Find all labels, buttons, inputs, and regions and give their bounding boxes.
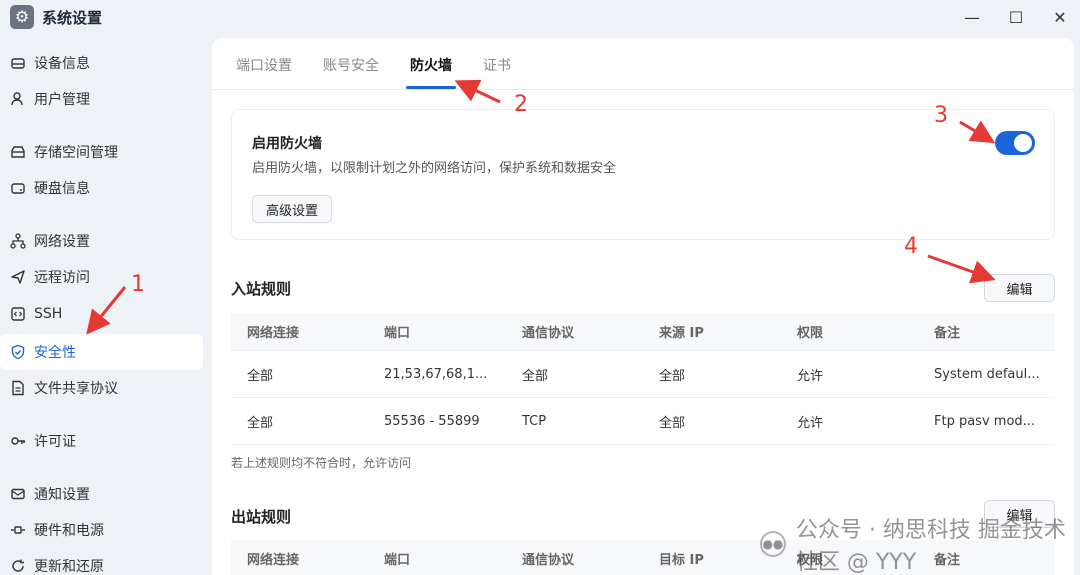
firewall-card: 启用防火墙 启用防火墙，以限制计划之外的网络访问，保护系统和数据安全 高级设置 [231, 109, 1055, 240]
table-cell: 全部 [522, 368, 549, 384]
sidebar-item-label: SSH [34, 306, 63, 322]
sidebar-item-storage[interactable]: 存储空间管理 [0, 134, 203, 170]
sidebar: 设备信息 用户管理 存储空间管理 硬盘信息 网络设置 远程访问 SSH 安全性 … [0, 40, 210, 575]
annotation-number-2: 2 [514, 92, 528, 117]
table-cell: System defaul... [934, 366, 1040, 382]
sidebar-item-update-restore[interactable]: 更新和还原 [0, 548, 203, 575]
maximize-button[interactable]: ☐ [1001, 4, 1031, 30]
sidebar-item-label: 更新和还原 [34, 559, 104, 575]
sidebar-item-label: 网络设置 [34, 234, 90, 250]
key-icon [10, 433, 26, 449]
column-header: 网络连接 [247, 553, 300, 568]
file-icon [10, 380, 26, 396]
sidebar-item-network[interactable]: 网络设置 [0, 223, 203, 259]
shield-icon [10, 344, 26, 360]
refresh-icon [10, 558, 26, 574]
code-icon [10, 306, 26, 322]
disk-icon [10, 180, 26, 196]
column-header: 来源 IP [659, 326, 704, 341]
send-icon [10, 269, 26, 285]
sidebar-item-label: 通知设置 [34, 487, 90, 503]
network-icon [10, 233, 26, 249]
active-tab-indicator [406, 86, 456, 89]
table-header: 网络连接 端口 通信协议 来源 IP 权限 备注 [231, 313, 1055, 351]
close-button[interactable]: ✕ [1045, 4, 1075, 30]
settings-gear-icon: ⚙ [10, 5, 34, 29]
annotation-number-4: 4 [904, 234, 918, 259]
inbound-rules-table: 网络连接 端口 通信协议 来源 IP 权限 备注 全部 21,53,67,68,… [231, 313, 1055, 445]
firewall-toggle[interactable] [995, 131, 1035, 155]
sidebar-item-label: 存储空间管理 [34, 145, 118, 161]
column-header: 端口 [384, 553, 411, 568]
table-cell: TCP [522, 413, 547, 429]
column-header: 通信协议 [522, 553, 575, 568]
watermark: ●● 公众号 · 纳思科技 掘金技术社区 @ YYY [760, 512, 1080, 575]
table-cell: 全部 [659, 415, 686, 431]
tab-port-settings[interactable]: 端口设置 [236, 55, 292, 75]
user-icon [10, 91, 26, 107]
table-cell: 21,53,67,68,1... [384, 366, 488, 382]
table-cell: 允许 [797, 415, 824, 431]
inbound-edit-button[interactable]: 编辑 [984, 274, 1055, 302]
table-cell: 允许 [797, 368, 824, 384]
firewall-title: 启用防火墙 [252, 136, 322, 152]
sidebar-item-notifications[interactable]: 通知设置 [0, 476, 203, 512]
wechat-icon: ●● [760, 531, 786, 557]
minimize-button[interactable]: — [957, 4, 987, 30]
tab-firewall[interactable]: 防火墙 [410, 55, 452, 75]
column-header: 端口 [384, 326, 411, 341]
mail-icon [10, 486, 26, 502]
sidebar-item-label: 文件共享协议 [34, 381, 118, 397]
sidebar-item-security[interactable]: 安全性 [0, 334, 203, 370]
hardware-icon [10, 522, 26, 538]
sidebar-item-hardware-power[interactable]: 硬件和电源 [0, 512, 203, 548]
sidebar-item-ssh[interactable]: SSH [0, 296, 203, 332]
device-icon [10, 55, 26, 71]
table-row[interactable]: 全部 55536 - 55899 TCP 全部 允许 Ftp pasv mod.… [231, 398, 1055, 445]
outbound-rules-title: 出站规则 [231, 508, 292, 526]
column-header: 通信协议 [522, 326, 575, 341]
column-header: 目标 IP [659, 553, 704, 568]
table-cell: 全部 [247, 368, 274, 384]
storage-icon [10, 144, 26, 160]
sidebar-item-device-info[interactable]: 设备信息 [0, 45, 203, 81]
table-cell: Ftp pasv mod... [934, 413, 1036, 429]
column-header: 网络连接 [247, 326, 300, 341]
column-header: 权限 [797, 326, 824, 341]
firewall-description: 启用防火墙，以限制计划之外的网络访问，保护系统和数据安全 [252, 161, 617, 176]
sidebar-item-label: 硬盘信息 [34, 181, 90, 197]
table-cell: 55536 - 55899 [384, 413, 480, 429]
column-header: 备注 [934, 326, 961, 341]
sidebar-item-disk-info[interactable]: 硬盘信息 [0, 170, 203, 206]
inbound-rules-title: 入站规则 [231, 280, 292, 298]
sidebar-item-label: 安全性 [34, 345, 76, 361]
table-row[interactable]: 全部 21,53,67,68,1... 全部 全部 允许 System defa… [231, 351, 1055, 398]
toggle-knob [1014, 134, 1032, 152]
sidebar-item-label: 远程访问 [34, 270, 90, 286]
table-cell: 全部 [247, 415, 274, 431]
sidebar-item-label: 许可证 [34, 434, 76, 450]
tab-bar: 端口设置 账号安全 防火墙 证书 [212, 38, 1074, 90]
sidebar-item-remote-access[interactable]: 远程访问 [0, 259, 203, 295]
sidebar-item-label: 用户管理 [34, 92, 90, 108]
sidebar-item-user-management[interactable]: 用户管理 [0, 81, 203, 117]
advanced-settings-button[interactable]: 高级设置 [252, 195, 332, 223]
tab-account-security[interactable]: 账号安全 [323, 55, 379, 75]
sidebar-item-label: 硬件和电源 [34, 523, 104, 539]
sidebar-item-file-sharing[interactable]: 文件共享协议 [0, 370, 203, 406]
annotation-number-1: 1 [131, 272, 145, 297]
window-title: 系统设置 [42, 9, 103, 27]
default-rule-note: 若上述规则均不符合时，允许访问 [231, 456, 412, 470]
annotation-number-3: 3 [934, 103, 948, 128]
sidebar-item-label: 设备信息 [34, 56, 90, 72]
title-bar: ⚙ 系统设置 — ☐ ✕ [0, 0, 1080, 36]
sidebar-item-license[interactable]: 许可证 [0, 423, 203, 459]
table-cell: 全部 [659, 368, 686, 384]
tab-certificate[interactable]: 证书 [483, 55, 511, 75]
watermark-text: 公众号 · 纳思科技 掘金技术社区 @ YYY [795, 518, 1066, 575]
